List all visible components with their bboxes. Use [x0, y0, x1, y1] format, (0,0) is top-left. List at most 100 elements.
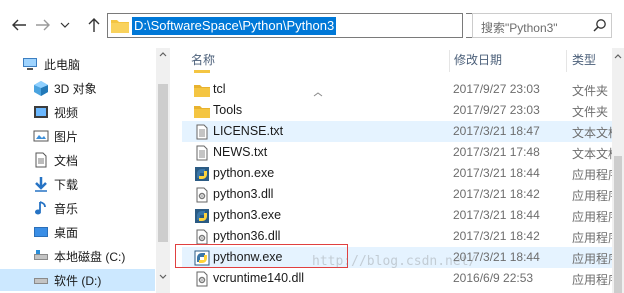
file-name: LICENSE.txt — [213, 124, 284, 138]
file-type: 文本文档 — [572, 147, 612, 161]
file-type: 应用程序 — [572, 189, 612, 203]
drive-icon — [34, 278, 48, 284]
back-arrow-icon — [12, 19, 26, 31]
drive-icon — [34, 250, 48, 260]
desktop-icon — [34, 227, 48, 237]
back-button[interactable] — [8, 13, 30, 37]
address-path[interactable]: D:\SoftwareSpace\Python\Python3 — [132, 17, 337, 35]
file-type: 应用程序 — [572, 231, 612, 245]
scroll-down-icon[interactable] — [159, 274, 167, 280]
documents-icon — [35, 152, 47, 168]
column-header-row: 名称 修改日期 类型 — [172, 48, 612, 72]
nav-item-drive-c[interactable]: 本地磁盘 (C:) — [0, 245, 155, 267]
file-name: vcruntime140.dll — [213, 271, 305, 285]
address-bar[interactable]: D:\SoftwareSpace\Python\Python3 — [107, 13, 566, 38]
nav-label: 下载 — [54, 177, 79, 192]
video-icon — [34, 106, 48, 118]
file-name: python3.exe — [213, 208, 282, 222]
file-type: 文本文档 — [572, 126, 612, 140]
file-rows: tcl 2017/9/27 23:03 文件夹 Tools 2017/9/27 … — [172, 70, 612, 293]
forward-button[interactable] — [32, 13, 54, 37]
column-header-type[interactable]: 类型 — [566, 48, 612, 72]
file-name: NEWS.txt — [213, 145, 268, 159]
up-button[interactable] — [83, 13, 105, 37]
file-date: 2017/3/21 18:42 — [453, 229, 540, 243]
file-date: 2017/3/21 18:44 — [453, 208, 540, 222]
nav-label: 音乐 — [54, 201, 79, 216]
scroll-up-icon[interactable] — [159, 51, 167, 57]
dll-icon — [196, 187, 208, 203]
file-row[interactable] — [182, 70, 612, 79]
file-type: 应用程序 — [572, 168, 612, 182]
nav-label: 视频 — [54, 105, 79, 120]
folder-icon — [194, 85, 210, 97]
chevron-down-icon — [60, 22, 70, 28]
pictures-icon — [33, 130, 49, 142]
file-list-scrollbar[interactable] — [612, 48, 624, 293]
file-row-news[interactable]: NEWS.txt 2017/3/21 17:48 文本文档 — [182, 142, 612, 163]
nav-item-documents[interactable]: 文档 — [0, 149, 155, 171]
file-name: pythonw.exe — [213, 250, 283, 264]
dll-icon — [196, 271, 208, 287]
navigation-scrollbar[interactable] — [156, 48, 170, 293]
scroll-thumb[interactable] — [614, 156, 622, 293]
scroll-up-icon[interactable] — [614, 53, 622, 59]
nav-item-this-pc[interactable]: 此电脑 — [0, 53, 155, 75]
nav-item-drive-d[interactable]: 软件 (D:) — [0, 269, 155, 291]
dll-icon — [196, 229, 208, 245]
file-row-pythonw-exe[interactable]: pythonw.exe 2017/3/21 18:44 应用程序 — [182, 247, 612, 268]
file-row-python3-exe[interactable]: python3.exe 2017/3/21 18:44 应用程序 — [182, 205, 612, 226]
nav-item-pictures[interactable]: 图片 — [0, 125, 155, 147]
file-row-license[interactable]: LICENSE.txt 2017/3/21 18:47 文本文档 — [182, 121, 612, 142]
file-row-tools[interactable]: Tools 2017/9/27 23:03 文件夹 — [182, 100, 612, 121]
file-date: 2017/3/21 18:44 — [453, 250, 540, 264]
file-date: 2017/3/21 18:47 — [453, 124, 540, 138]
folder-icon — [111, 20, 129, 33]
scroll-thumb[interactable] — [158, 84, 168, 242]
nav-item-videos[interactable]: 视频 — [0, 101, 155, 123]
column-header-name[interactable]: 名称 — [185, 48, 435, 72]
nav-label: 桌面 — [54, 225, 79, 240]
file-type: 应用程序 — [572, 210, 612, 224]
search-box[interactable]: 搜索"Python3" — [472, 13, 612, 38]
file-date: 2016/6/9 22:53 — [453, 271, 534, 285]
file-type: 应用程序 — [572, 252, 612, 266]
file-type: 文件夹 — [572, 105, 609, 119]
file-row-python36-dll[interactable]: python36.dll 2017/3/21 18:42 应用程序 — [182, 226, 612, 247]
search-placeholder: 搜索"Python3" — [481, 21, 558, 35]
file-date: 2017/3/21 18:44 — [453, 166, 540, 180]
file-name: python36.dll — [213, 229, 281, 243]
up-arrow-icon — [88, 18, 100, 32]
pc-icon — [23, 58, 37, 70]
recent-locations-button[interactable] — [58, 13, 72, 37]
nav-item-3d-objects[interactable]: 3D 对象 — [0, 77, 155, 99]
file-name: Tools — [213, 103, 243, 117]
file-date: 2017/3/21 18:42 — [453, 187, 540, 201]
file-name: python3.dll — [213, 187, 274, 201]
python-exe-icon — [195, 167, 209, 181]
folder-icon — [194, 106, 210, 118]
nav-item-music[interactable]: 音乐 — [0, 197, 155, 219]
file-type: 文件夹 — [572, 84, 609, 98]
file-row-python3-dll[interactable]: python3.dll 2017/3/21 18:42 应用程序 — [182, 184, 612, 205]
file-date: 2017/9/27 23:03 — [453, 82, 540, 96]
nav-label: 3D 对象 — [54, 81, 97, 96]
file-name: python.exe — [213, 166, 275, 180]
python-exe-icon — [195, 209, 209, 223]
file-type: 应用程序 — [572, 273, 612, 287]
nav-label: 此电脑 — [44, 57, 81, 72]
address-toolbar: D:\SoftwareSpace\Python\Python3 搜索"Pytho… — [0, 0, 624, 48]
text-file-icon — [196, 145, 208, 161]
nav-item-downloads[interactable]: 下载 — [0, 173, 155, 195]
3d-objects-icon — [34, 81, 48, 96]
forward-arrow-icon — [36, 19, 50, 31]
file-row-tcl[interactable]: tcl 2017/9/27 23:03 文件夹 — [182, 79, 612, 100]
text-file-icon — [196, 124, 208, 140]
pythonw-exe-icon — [194, 250, 210, 266]
file-row-python-exe[interactable]: python.exe 2017/3/21 18:44 应用程序 — [182, 163, 612, 184]
file-date: 2017/3/21 17:48 — [453, 145, 540, 159]
nav-item-desktop[interactable]: 桌面 — [0, 221, 155, 243]
column-header-date[interactable]: 修改日期 — [448, 48, 568, 72]
download-icon — [35, 177, 47, 192]
file-row-vcruntime-dll[interactable]: vcruntime140.dll 2016/6/9 22:53 应用程序 — [182, 268, 612, 289]
